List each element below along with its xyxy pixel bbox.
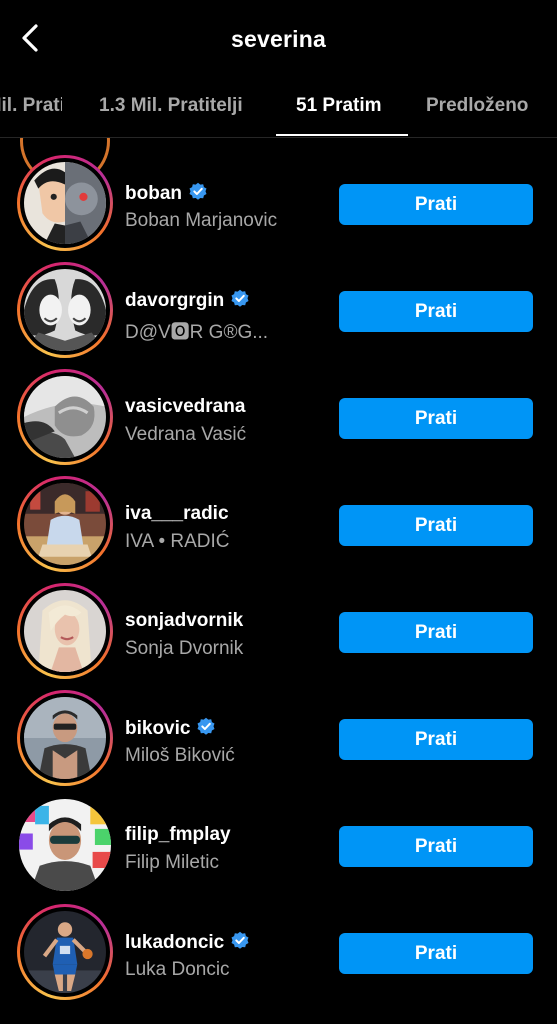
- list-item[interactable]: vasicvedrana Vedrana Vasić Prati: [0, 367, 557, 474]
- story-ring: [17, 369, 113, 465]
- story-ring: [17, 476, 113, 572]
- username[interactable]: sonjadvornik: [125, 610, 243, 632]
- full-name: Vedrana Vasić: [125, 424, 247, 445]
- avatar[interactable]: [24, 911, 106, 993]
- avatar[interactable]: [19, 799, 111, 891]
- username[interactable]: vasicvedrana: [125, 396, 245, 418]
- follow-button[interactable]: Prati: [339, 291, 533, 332]
- full-name: Miloš Biković: [125, 745, 235, 766]
- story-ring: [17, 904, 113, 1000]
- avatar-frame: [17, 797, 113, 893]
- following-list[interactable]: boban Boban Marjanovic Prati davorgrgin …: [0, 138, 557, 1024]
- username[interactable]: lukadoncic: [125, 931, 250, 954]
- page-title: severina: [231, 26, 326, 52]
- list-item[interactable]: iva___radic IVA • RADIĆ Prati: [0, 474, 557, 581]
- avatar[interactable]: [24, 162, 106, 244]
- full-name: Boban Marjanovic: [125, 210, 278, 231]
- username-text[interactable]: lukadoncic: [125, 932, 224, 953]
- list-item[interactable]: davorgrgin D@V🅾R G®G... Prati: [0, 260, 557, 367]
- username-text[interactable]: vasicvedrana: [125, 396, 245, 417]
- full-name: Sonja Dvornik: [125, 638, 244, 659]
- list-item[interactable]: sonjadvornik Sonja Dvornik Prati: [0, 581, 557, 688]
- list-item[interactable]: filip_fmplay Filip Miletic Prati: [0, 795, 557, 902]
- verified-badge-icon: [197, 717, 215, 735]
- username[interactable]: iva___radic: [125, 503, 229, 525]
- follow-button[interactable]: Prati: [339, 184, 533, 225]
- full-name: D@V🅾R G®G...: [125, 322, 269, 343]
- story-ring: [17, 690, 113, 786]
- avatar[interactable]: [24, 590, 106, 672]
- tab-bar: 1.3 Mil. Pratitelji 1.3 Mil. Pratitelji …: [0, 80, 557, 138]
- username-text[interactable]: bikovic: [125, 718, 190, 739]
- tab-followers-partial[interactable]: 1.3 Mil. Pratitelji: [0, 95, 62, 117]
- tab-followers[interactable]: 1.3 Mil. Pratitelji: [99, 95, 243, 117]
- follow-button[interactable]: Prati: [339, 933, 533, 974]
- follow-button[interactable]: Prati: [339, 398, 533, 439]
- username-text[interactable]: sonjadvornik: [125, 610, 243, 631]
- follow-button[interactable]: Prati: [339, 612, 533, 653]
- list-item[interactable]: bikovic Miloš Biković Prati: [0, 688, 557, 795]
- username[interactable]: davorgrgin: [125, 289, 250, 312]
- follow-button[interactable]: Prati: [339, 826, 533, 867]
- username-text[interactable]: davorgrgin: [125, 290, 224, 311]
- list-item[interactable]: boban Boban Marjanovic Prati: [0, 153, 557, 260]
- tab-suggested[interactable]: Predloženo: [426, 95, 528, 117]
- verified-badge-icon: [189, 182, 207, 200]
- avatar[interactable]: [24, 483, 106, 565]
- username-text[interactable]: filip_fmplay: [125, 824, 231, 845]
- list-item[interactable]: lukadoncic Luka Doncic Prati: [0, 902, 557, 1009]
- follow-button[interactable]: Prati: [339, 505, 533, 546]
- verified-badge-icon: [231, 289, 249, 307]
- avatar[interactable]: [24, 697, 106, 779]
- full-name: Filip Miletic: [125, 852, 219, 873]
- username[interactable]: filip_fmplay: [125, 824, 231, 846]
- active-tab-indicator: [276, 134, 408, 136]
- full-name: Luka Doncic: [125, 959, 230, 980]
- follow-button[interactable]: Prati: [339, 719, 533, 760]
- avatar[interactable]: [24, 376, 106, 458]
- avatar[interactable]: [24, 269, 106, 351]
- username-text[interactable]: iva___radic: [125, 503, 229, 524]
- username[interactable]: bikovic: [125, 717, 216, 740]
- story-ring: [17, 155, 113, 251]
- top-bar: severina: [0, 0, 557, 80]
- verified-badge-icon: [231, 931, 249, 949]
- username-text[interactable]: boban: [125, 183, 182, 204]
- username[interactable]: boban: [125, 182, 208, 205]
- full-name: IVA • RADIĆ: [125, 531, 230, 552]
- tab-following[interactable]: 51 Pratim: [296, 95, 382, 117]
- story-ring: [17, 583, 113, 679]
- story-ring: [17, 262, 113, 358]
